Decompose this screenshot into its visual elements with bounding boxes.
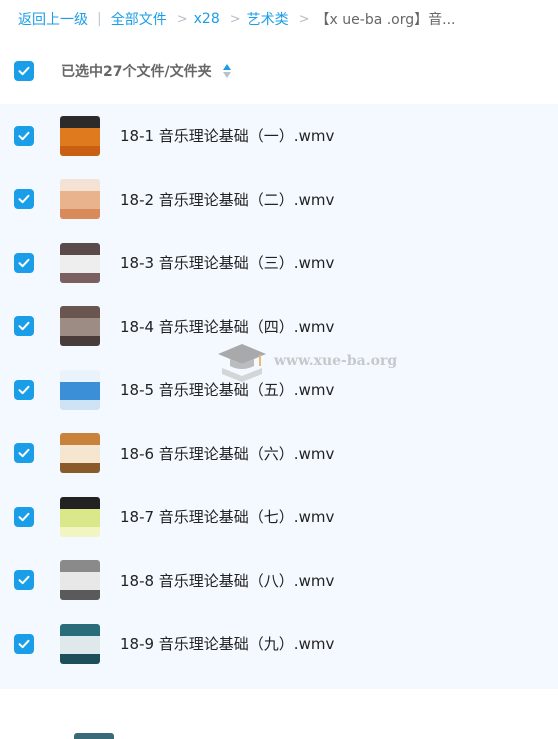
file-name[interactable]: 18-1 音乐理论基础（一）.wmv: [120, 125, 334, 146]
chevron-right-icon: >: [299, 12, 310, 27]
breadcrumb-x28[interactable]: x28: [194, 11, 220, 27]
selection-header: 已选中27个文件/文件夹: [0, 38, 558, 104]
check-icon: [17, 129, 31, 143]
file-row[interactable]: 18-5 音乐理论基础（五）.wmv: [0, 358, 558, 422]
breadcrumb-art[interactable]: 艺术类: [247, 9, 289, 29]
file-checkbox[interactable]: [14, 443, 34, 463]
back-link[interactable]: 返回上一级: [18, 9, 88, 29]
chevron-right-icon: >: [230, 12, 241, 27]
file-row[interactable]: 18-6 音乐理论基础（六）.wmv: [0, 422, 558, 486]
file-name[interactable]: 18-7 音乐理论基础（七）.wmv: [120, 506, 334, 527]
file-row[interactable]: 18-8 音乐理论基础（八）.wmv: [0, 549, 558, 613]
check-icon: [17, 192, 31, 206]
file-row[interactable]: 18-4 音乐理论基础（四）.wmv: [0, 295, 558, 359]
file-checkbox[interactable]: [14, 253, 34, 273]
breadcrumb-root[interactable]: 全部文件: [111, 9, 167, 29]
file-checkbox[interactable]: [14, 126, 34, 146]
select-all-checkbox[interactable]: [14, 61, 34, 81]
breadcrumb: 返回上一级 | 全部文件 > x28 > 艺术类 > 【x ue-ba .org…: [0, 0, 558, 38]
check-icon: [17, 637, 31, 651]
chevron-right-icon: >: [177, 12, 188, 27]
file-row[interactable]: 18-7 音乐理论基础（七）.wmv: [0, 485, 558, 549]
file-checkbox[interactable]: [14, 570, 34, 590]
file-checkbox[interactable]: [14, 316, 34, 336]
check-icon: [17, 256, 31, 270]
check-icon: [17, 64, 31, 78]
video-thumbnail[interactable]: [60, 433, 100, 473]
check-icon: [17, 510, 31, 524]
file-row[interactable]: 18-2 音乐理论基础（二）.wmv: [0, 168, 558, 232]
video-thumbnail[interactable]: [60, 497, 100, 537]
file-name[interactable]: 18-8 音乐理论基础（八）.wmv: [120, 570, 334, 591]
file-name[interactable]: 18-5 音乐理论基础（五）.wmv: [120, 379, 334, 400]
file-checkbox[interactable]: [14, 634, 34, 654]
check-icon: [17, 383, 31, 397]
video-thumbnail[interactable]: [74, 733, 114, 739]
file-checkbox[interactable]: [14, 380, 34, 400]
check-icon: [17, 319, 31, 333]
video-thumbnail[interactable]: [60, 370, 100, 410]
video-thumbnail[interactable]: [60, 306, 100, 346]
selection-count: 已选中27个文件/文件夹: [61, 61, 212, 81]
file-name[interactable]: 18-9 音乐理论基础（九）.wmv: [120, 633, 334, 654]
file-row[interactable]: [0, 676, 558, 739]
file-name[interactable]: 18-6 音乐理论基础（六）.wmv: [120, 443, 334, 464]
file-name[interactable]: 18-4 音乐理论基础（四）.wmv: [120, 316, 334, 337]
file-row[interactable]: 18-3 音乐理论基础（三）.wmv: [0, 231, 558, 295]
check-icon: [17, 573, 31, 587]
video-thumbnail[interactable]: [60, 179, 100, 219]
file-name[interactable]: 18-3 音乐理论基础（三）.wmv: [120, 252, 334, 273]
file-checkbox[interactable]: [14, 189, 34, 209]
file-row[interactable]: 18-1 音乐理论基础（一）.wmv: [0, 104, 558, 168]
file-list: 18-1 音乐理论基础（一）.wmv 18-2 音乐理论基础（二）.wmv 18-3…: [0, 104, 558, 689]
check-icon: [17, 446, 31, 460]
breadcrumb-current: 【x ue-ba .org】音...: [316, 9, 456, 29]
video-thumbnail[interactable]: [60, 243, 100, 283]
file-row[interactable]: 18-9 音乐理论基础（九）.wmv: [0, 612, 558, 676]
video-thumbnail[interactable]: [60, 116, 100, 156]
video-thumbnail[interactable]: [60, 560, 100, 600]
breadcrumb-divider: |: [97, 11, 102, 27]
sort-icon[interactable]: [222, 63, 232, 79]
file-name[interactable]: 18-2 音乐理论基础（二）.wmv: [120, 189, 334, 210]
video-thumbnail[interactable]: [60, 624, 100, 664]
file-checkbox[interactable]: [14, 507, 34, 527]
